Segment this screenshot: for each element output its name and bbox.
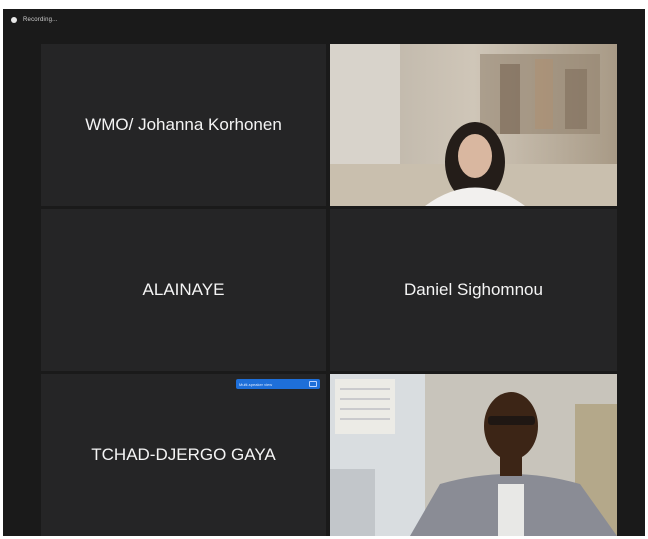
participant-video-tile-woman[interactable]	[330, 44, 617, 206]
participant-video	[330, 44, 617, 206]
participant-name: Daniel Sighomnou	[404, 280, 543, 299]
pin-video-icon	[309, 381, 317, 387]
participant-video-tile-man[interactable]	[330, 374, 617, 536]
recording-dot-icon	[11, 17, 17, 23]
participant-tile-tchad[interactable]: Multi-speaker view TCHAD-DJERGO GAYA	[41, 374, 326, 536]
recording-indicator[interactable]: Recording...	[11, 13, 58, 27]
multi-speaker-label: Multi-speaker view	[239, 381, 273, 387]
participant-video	[330, 374, 617, 536]
multi-speaker-view-button[interactable]: Multi-speaker view	[236, 379, 320, 389]
meeting-window: Recording... WMO/ Johanna Korhonen ALAIN…	[3, 9, 645, 536]
participant-name: WMO/ Johanna Korhonen	[85, 115, 282, 134]
participant-tile-alainaye[interactable]: ALAINAYE	[41, 209, 326, 371]
participant-name: ALAINAYE	[142, 280, 225, 299]
participant-tile-johanna[interactable]: WMO/ Johanna Korhonen	[41, 44, 326, 206]
participant-tile-daniel[interactable]: Daniel Sighomnou	[330, 209, 617, 371]
recording-label: Recording...	[23, 17, 58, 23]
participant-name: TCHAD-DJERGO GAYA	[91, 445, 276, 464]
